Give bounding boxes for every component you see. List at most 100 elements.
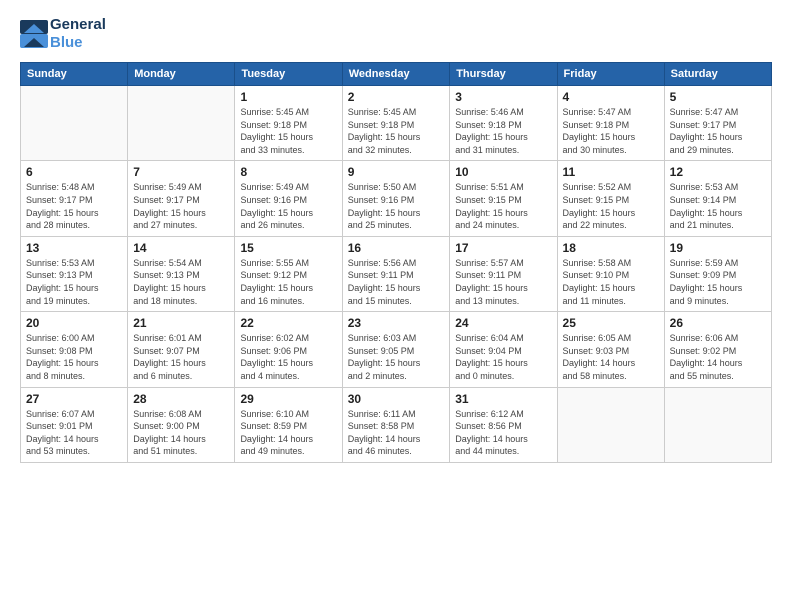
logo-icon [20, 20, 48, 48]
day-number: 22 [240, 316, 336, 330]
day-info: Sunrise: 6:05 AM Sunset: 9:03 PM Dayligh… [563, 332, 659, 382]
calendar-cell [128, 86, 235, 161]
calendar-cell [21, 86, 128, 161]
day-number: 9 [348, 165, 445, 179]
day-number: 17 [455, 241, 551, 255]
day-number: 20 [26, 316, 122, 330]
day-info: Sunrise: 5:56 AM Sunset: 9:11 PM Dayligh… [348, 257, 445, 307]
day-info: Sunrise: 6:11 AM Sunset: 8:58 PM Dayligh… [348, 408, 445, 458]
day-info: Sunrise: 6:03 AM Sunset: 9:05 PM Dayligh… [348, 332, 445, 382]
calendar-cell: 24 Sunrise: 6:04 AM Sunset: 9:04 PM Dayli… [450, 312, 557, 387]
calendar-cell: 7 Sunrise: 5:49 AM Sunset: 9:17 PM Daylig… [128, 161, 235, 236]
day-number: 29 [240, 392, 336, 406]
day-number: 8 [240, 165, 336, 179]
calendar-cell: 4 Sunrise: 5:47 AM Sunset: 9:18 PM Daylig… [557, 86, 664, 161]
day-info: Sunrise: 6:12 AM Sunset: 8:56 PM Dayligh… [455, 408, 551, 458]
week-row-5: 27 Sunrise: 6:07 AM Sunset: 9:01 PM Dayli… [21, 387, 772, 462]
day-number: 10 [455, 165, 551, 179]
calendar-cell: 19 Sunrise: 5:59 AM Sunset: 9:09 PM Dayli… [664, 236, 771, 311]
weekday-header-tuesday: Tuesday [235, 63, 342, 86]
week-row-1: 1Sunrise: 5:45 AM Sunset: 9:18 PM Daylig… [21, 86, 772, 161]
day-info: Sunrise: 5:47 AM Sunset: 9:18 PM Dayligh… [563, 106, 659, 156]
day-number: 21 [133, 316, 229, 330]
calendar-cell: 23 Sunrise: 6:03 AM Sunset: 9:05 PM Dayli… [342, 312, 450, 387]
weekday-header-monday: Monday [128, 63, 235, 86]
day-info: Sunrise: 5:51 AM Sunset: 9:15 PM Dayligh… [455, 181, 551, 231]
weekday-header-sunday: Sunday [21, 63, 128, 86]
calendar-table: SundayMondayTuesdayWednesdayThursdayFrid… [20, 62, 772, 463]
day-number: 23 [348, 316, 445, 330]
day-number: 5 [670, 90, 766, 104]
day-number: 11 [563, 165, 659, 179]
calendar-cell: 27 Sunrise: 6:07 AM Sunset: 9:01 PM Dayli… [21, 387, 128, 462]
day-info: Sunrise: 6:10 AM Sunset: 8:59 PM Dayligh… [240, 408, 336, 458]
calendar-cell: 26Sunrise: 6:06 AM Sunset: 9:02 PM Dayli… [664, 312, 771, 387]
day-info: Sunrise: 6:00 AM Sunset: 9:08 PM Dayligh… [26, 332, 122, 382]
day-number: 28 [133, 392, 229, 406]
day-info: Sunrise: 5:47 AM Sunset: 9:17 PM Dayligh… [670, 106, 766, 156]
logo: General Blue [20, 16, 106, 52]
day-info: Sunrise: 6:07 AM Sunset: 9:01 PM Dayligh… [26, 408, 122, 458]
weekday-header-row: SundayMondayTuesdayWednesdayThursdayFrid… [21, 63, 772, 86]
calendar-cell: 29 Sunrise: 6:10 AM Sunset: 8:59 PM Dayli… [235, 387, 342, 462]
calendar-cell: 18 Sunrise: 5:58 AM Sunset: 9:10 PM Dayli… [557, 236, 664, 311]
day-number: 18 [563, 241, 659, 255]
calendar-cell: 17 Sunrise: 5:57 AM Sunset: 9:11 PM Dayli… [450, 236, 557, 311]
header: General Blue [20, 16, 772, 52]
day-number: 31 [455, 392, 551, 406]
day-info: Sunrise: 6:08 AM Sunset: 9:00 PM Dayligh… [133, 408, 229, 458]
calendar-cell: 25Sunrise: 6:05 AM Sunset: 9:03 PM Dayli… [557, 312, 664, 387]
day-info: Sunrise: 5:45 AM Sunset: 9:18 PM Dayligh… [240, 106, 336, 156]
day-number: 19 [670, 241, 766, 255]
calendar-cell: 31 Sunrise: 6:12 AM Sunset: 8:56 PM Dayli… [450, 387, 557, 462]
day-info: Sunrise: 5:58 AM Sunset: 9:10 PM Dayligh… [563, 257, 659, 307]
calendar-cell [664, 387, 771, 462]
day-info: Sunrise: 5:49 AM Sunset: 9:16 PM Dayligh… [240, 181, 336, 231]
calendar-cell [557, 387, 664, 462]
day-number: 2 [348, 90, 445, 104]
day-number: 6 [26, 165, 122, 179]
day-number: 30 [348, 392, 445, 406]
day-info: Sunrise: 5:53 AM Sunset: 9:14 PM Dayligh… [670, 181, 766, 231]
weekday-header-thursday: Thursday [450, 63, 557, 86]
calendar-cell: 6 Sunrise: 5:48 AM Sunset: 9:17 PM Daylig… [21, 161, 128, 236]
calendar-cell: 11 Sunrise: 5:52 AM Sunset: 9:15 PM Dayli… [557, 161, 664, 236]
calendar-cell: 14Sunrise: 5:54 AM Sunset: 9:13 PM Dayli… [128, 236, 235, 311]
day-number: 27 [26, 392, 122, 406]
day-number: 4 [563, 90, 659, 104]
weekday-header-saturday: Saturday [664, 63, 771, 86]
day-info: Sunrise: 5:59 AM Sunset: 9:09 PM Dayligh… [670, 257, 766, 307]
day-info: Sunrise: 5:55 AM Sunset: 9:12 PM Dayligh… [240, 257, 336, 307]
day-number: 26 [670, 316, 766, 330]
calendar-cell: 5 Sunrise: 5:47 AM Sunset: 9:17 PM Daylig… [664, 86, 771, 161]
week-row-4: 20 Sunrise: 6:00 AM Sunset: 9:08 PM Dayli… [21, 312, 772, 387]
day-number: 12 [670, 165, 766, 179]
calendar-cell: 3 Sunrise: 5:46 AM Sunset: 9:18 PM Daylig… [450, 86, 557, 161]
calendar-cell: 8 Sunrise: 5:49 AM Sunset: 9:16 PM Daylig… [235, 161, 342, 236]
day-number: 24 [455, 316, 551, 330]
calendar-cell: 2 Sunrise: 5:45 AM Sunset: 9:18 PM Daylig… [342, 86, 450, 161]
day-info: Sunrise: 5:49 AM Sunset: 9:17 PM Dayligh… [133, 181, 229, 231]
day-info: Sunrise: 5:45 AM Sunset: 9:18 PM Dayligh… [348, 106, 445, 156]
day-info: Sunrise: 5:52 AM Sunset: 9:15 PM Dayligh… [563, 181, 659, 231]
calendar-cell: 28 Sunrise: 6:08 AM Sunset: 9:00 PM Dayli… [128, 387, 235, 462]
day-info: Sunrise: 5:46 AM Sunset: 9:18 PM Dayligh… [455, 106, 551, 156]
calendar-cell: 20 Sunrise: 6:00 AM Sunset: 9:08 PM Dayli… [21, 312, 128, 387]
day-info: Sunrise: 5:50 AM Sunset: 9:16 PM Dayligh… [348, 181, 445, 231]
calendar-cell: 10 Sunrise: 5:51 AM Sunset: 9:15 PM Dayli… [450, 161, 557, 236]
calendar-cell: 22 Sunrise: 6:02 AM Sunset: 9:06 PM Dayli… [235, 312, 342, 387]
day-info: Sunrise: 5:48 AM Sunset: 9:17 PM Dayligh… [26, 181, 122, 231]
day-number: 7 [133, 165, 229, 179]
week-row-3: 13Sunrise: 5:53 AM Sunset: 9:13 PM Dayli… [21, 236, 772, 311]
week-row-2: 6 Sunrise: 5:48 AM Sunset: 9:17 PM Daylig… [21, 161, 772, 236]
calendar-cell: 9 Sunrise: 5:50 AM Sunset: 9:16 PM Daylig… [342, 161, 450, 236]
weekday-header-wednesday: Wednesday [342, 63, 450, 86]
day-number: 3 [455, 90, 551, 104]
calendar-cell: 21Sunrise: 6:01 AM Sunset: 9:07 PM Dayli… [128, 312, 235, 387]
calendar-cell: 13Sunrise: 5:53 AM Sunset: 9:13 PM Dayli… [21, 236, 128, 311]
day-info: Sunrise: 6:04 AM Sunset: 9:04 PM Dayligh… [455, 332, 551, 382]
day-number: 16 [348, 241, 445, 255]
page: General Blue SundayMondayTuesdayWednesda… [0, 0, 792, 612]
day-info: Sunrise: 6:02 AM Sunset: 9:06 PM Dayligh… [240, 332, 336, 382]
day-info: Sunrise: 5:57 AM Sunset: 9:11 PM Dayligh… [455, 257, 551, 307]
